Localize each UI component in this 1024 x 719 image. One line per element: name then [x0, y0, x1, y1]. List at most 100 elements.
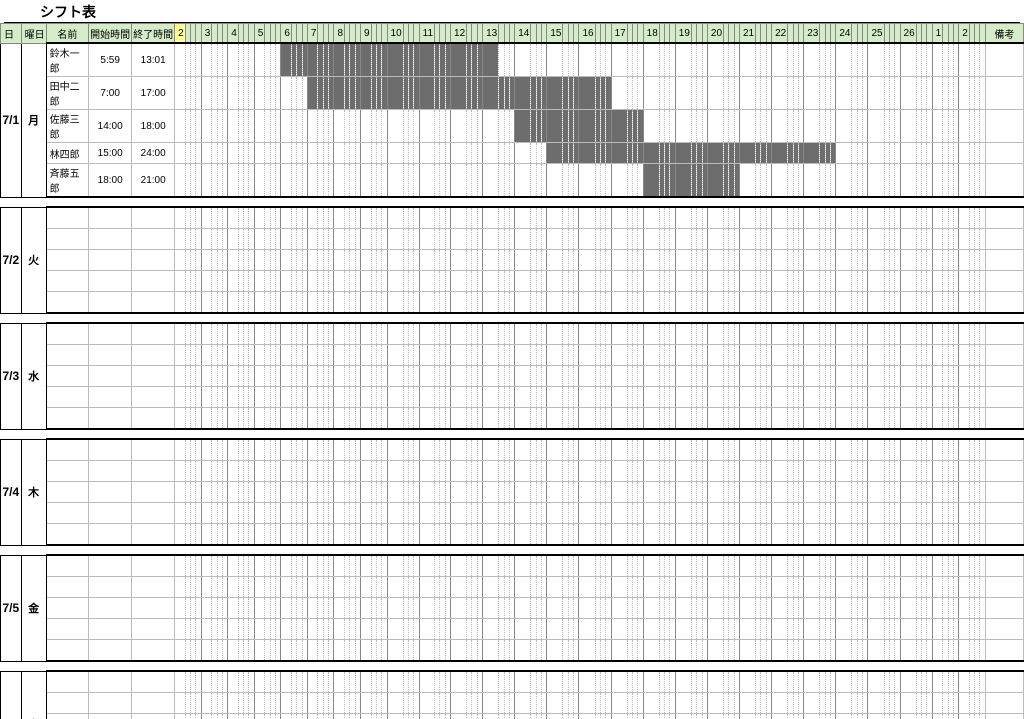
shift-cell[interactable] [611, 43, 627, 77]
shift-cell[interactable] [707, 503, 723, 524]
shift-cell[interactable] [387, 250, 403, 271]
shift-cell[interactable] [254, 598, 265, 619]
shift-cell[interactable] [643, 292, 659, 314]
shift-cell[interactable] [281, 619, 292, 640]
shift-cell[interactable] [515, 482, 531, 503]
shift-cell[interactable] [451, 640, 467, 662]
shift-cell[interactable] [483, 207, 499, 229]
shift-cell[interactable] [483, 366, 499, 387]
shift-cell[interactable] [836, 503, 852, 524]
cell-end[interactable] [132, 524, 175, 546]
cell-start[interactable] [89, 207, 132, 229]
cell-remarks[interactable] [985, 164, 1023, 198]
shift-cell[interactable] [175, 292, 186, 314]
shift-cell[interactable] [579, 503, 595, 524]
cell-remarks[interactable] [985, 323, 1023, 345]
shift-cell[interactable] [483, 387, 499, 408]
cell-name[interactable] [46, 461, 89, 482]
shift-cell[interactable] [740, 229, 756, 250]
shift-cell[interactable] [772, 598, 788, 619]
shift-cell[interactable] [307, 714, 318, 719]
shift-cell[interactable] [360, 164, 371, 198]
shift-cell[interactable] [611, 598, 627, 619]
shift-cell[interactable] [611, 461, 627, 482]
cell-remarks[interactable] [985, 461, 1023, 482]
shift-cell[interactable] [254, 323, 265, 345]
shift-cell[interactable] [451, 693, 467, 714]
shift-cell[interactable] [547, 323, 563, 345]
shift-cell[interactable] [643, 577, 659, 598]
cell-start[interactable]: 14:00 [89, 110, 132, 143]
shift-cell[interactable] [547, 524, 563, 546]
shift-cell[interactable] [675, 110, 691, 143]
cell-end[interactable] [132, 439, 175, 461]
shift-cell[interactable] [360, 366, 371, 387]
shift-cell[interactable] [959, 345, 970, 366]
shift-cell[interactable] [334, 164, 345, 198]
shift-cell[interactable] [515, 250, 531, 271]
shift-cell[interactable] [868, 110, 884, 143]
shift-cell[interactable] [868, 366, 884, 387]
shift-cell[interactable] [281, 323, 292, 345]
shift-cell[interactable] [387, 345, 403, 366]
shift-cell[interactable] [228, 503, 239, 524]
shift-cell[interactable] [611, 408, 627, 430]
shift-cell[interactable] [900, 640, 916, 662]
shift-cell[interactable] [175, 345, 186, 366]
shift-cell[interactable] [307, 482, 318, 503]
shift-cell[interactable] [547, 366, 563, 387]
shift-cell[interactable] [307, 143, 318, 164]
shift-cell[interactable] [307, 110, 318, 143]
shift-cell[interactable] [419, 345, 434, 366]
shift-cell[interactable] [740, 482, 756, 503]
shift-cell[interactable] [334, 693, 345, 714]
shift-cell[interactable] [201, 271, 212, 292]
cell-name[interactable] [46, 345, 89, 366]
cell-name[interactable] [46, 524, 89, 546]
shift-cell[interactable] [228, 387, 239, 408]
shift-cell[interactable] [228, 671, 239, 693]
shift-cell[interactable] [643, 345, 659, 366]
shift-cell[interactable] [932, 345, 943, 366]
shift-cell[interactable] [959, 619, 970, 640]
shift-cell[interactable] [707, 577, 723, 598]
shift-cell[interactable] [201, 524, 212, 546]
shift-cell[interactable] [419, 366, 434, 387]
shift-cell[interactable] [740, 292, 756, 314]
cell-end[interactable]: 18:00 [132, 110, 175, 143]
shift-cell[interactable] [387, 387, 403, 408]
shift-cell[interactable] [254, 693, 265, 714]
shift-cell[interactable] [307, 408, 318, 430]
shift-cell[interactable] [868, 461, 884, 482]
shift-cell[interactable] [228, 345, 239, 366]
shift-cell[interactable] [387, 577, 403, 598]
shift-cell[interactable] [836, 207, 852, 229]
shift-cell[interactable] [451, 43, 467, 77]
shift-cell[interactable] [836, 43, 852, 77]
shift-cell[interactable] [611, 110, 627, 143]
shift-cell[interactable] [175, 408, 186, 430]
shift-cell[interactable] [836, 482, 852, 503]
shift-cell[interactable] [868, 43, 884, 77]
shift-cell[interactable] [360, 250, 371, 271]
shift-cell[interactable] [740, 110, 756, 143]
shift-cell[interactable] [932, 598, 943, 619]
shift-cell[interactable] [959, 110, 970, 143]
shift-cell[interactable] [547, 640, 563, 662]
shift-cell[interactable] [643, 693, 659, 714]
shift-cell[interactable] [579, 207, 595, 229]
cell-remarks[interactable] [985, 77, 1023, 110]
shift-cell[interactable] [360, 482, 371, 503]
shift-cell[interactable] [643, 408, 659, 430]
shift-cell[interactable] [932, 482, 943, 503]
shift-cell[interactable] [804, 714, 820, 719]
cell-start[interactable] [89, 640, 132, 662]
shift-cell[interactable] [836, 408, 852, 430]
shift-cell[interactable] [579, 640, 595, 662]
shift-cell[interactable] [360, 714, 371, 719]
cell-name[interactable] [46, 292, 89, 314]
shift-cell[interactable] [804, 387, 820, 408]
shift-cell[interactable] [515, 640, 531, 662]
cell-remarks[interactable] [985, 143, 1023, 164]
shift-cell[interactable] [707, 482, 723, 503]
